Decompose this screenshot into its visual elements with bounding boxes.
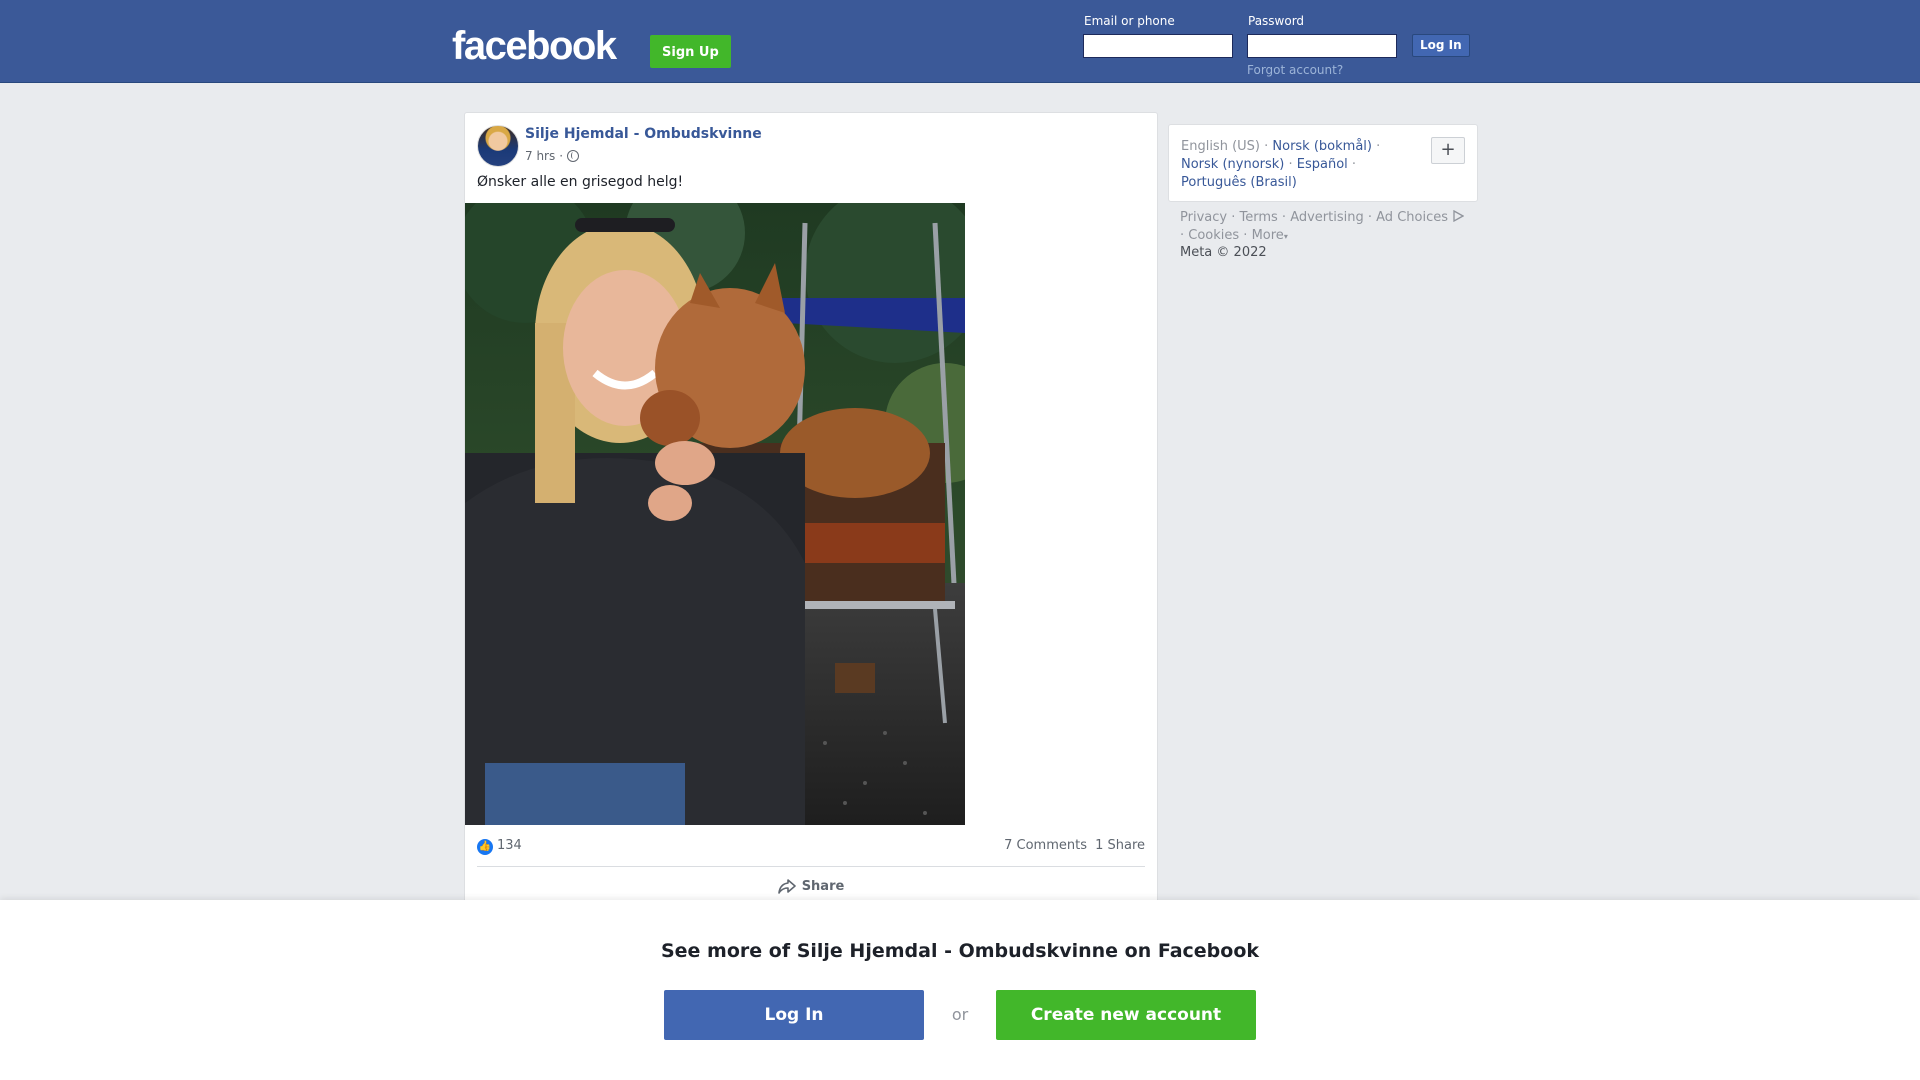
overlay-or-label: or xyxy=(951,1005,969,1024)
globe-icon xyxy=(567,150,580,162)
post-meta: 7 hrs · xyxy=(525,149,580,163)
post-stats: 👍 134 7 Comments 1 Share xyxy=(477,837,1145,857)
footer-link-advertising[interactable]: Advertising xyxy=(1290,210,1364,225)
divider xyxy=(477,866,1145,867)
like-count[interactable]: 134 xyxy=(497,838,522,853)
author-avatar[interactable] xyxy=(477,125,519,167)
email-label: Email or phone xyxy=(1084,14,1175,28)
ad-choices-icon xyxy=(1453,209,1465,223)
password-label: Password xyxy=(1248,14,1305,28)
post-text: Ønsker alle en grisegod helg! xyxy=(477,174,684,190)
header-login-button[interactable]: Log In xyxy=(1412,34,1470,57)
share-button[interactable]: Share xyxy=(477,871,1145,901)
forgot-account-link[interactable]: Forgot account? xyxy=(1247,63,1343,77)
footer-link-privacy[interactable]: Privacy xyxy=(1180,210,1227,225)
login-prompt-overlay: See more of Silje Hjemdal - Ombudskvinne… xyxy=(0,900,1920,1080)
language-link[interactable]: Português (Brasil) xyxy=(1181,175,1297,190)
footer-link-terms[interactable]: Terms xyxy=(1239,210,1277,225)
post-card: Silje Hjemdal - Ombudskvinne 7 hrs · Øns… xyxy=(464,112,1158,912)
language-list: English (US) · Norsk (bokmål) · Norsk (n… xyxy=(1181,139,1381,190)
password-field[interactable] xyxy=(1247,34,1397,58)
create-account-button[interactable]: Create new account xyxy=(996,990,1256,1040)
language-link[interactable]: Norsk (nynorsk) xyxy=(1181,157,1284,172)
more-languages-button[interactable]: + xyxy=(1431,137,1465,164)
footer-link-more[interactable]: More xyxy=(1252,228,1284,243)
footer-link-cookies[interactable]: Cookies xyxy=(1188,228,1239,243)
footer-links: Privacy · Terms · Advertising · Ad Choic… xyxy=(1180,209,1480,246)
post-time[interactable]: 7 hrs xyxy=(525,149,555,163)
share-label: Share xyxy=(801,878,845,894)
comments-count[interactable]: 7 Comments xyxy=(1004,838,1087,853)
shares-count[interactable]: 1 Share xyxy=(1095,838,1145,853)
top-bar: facebook Sign Up Email or phone Password… xyxy=(0,0,1920,83)
facebook-logo[interactable]: facebook xyxy=(452,22,617,70)
sign-up-button[interactable]: Sign Up xyxy=(650,35,731,68)
post-photo[interactable] xyxy=(465,203,965,825)
share-arrow-icon xyxy=(777,879,796,894)
meta-separator: · xyxy=(559,149,564,163)
email-field[interactable] xyxy=(1083,34,1233,58)
footer-link-ad-choices[interactable]: Ad Choices xyxy=(1376,210,1448,225)
language-link[interactable]: Norsk (bokmål) xyxy=(1272,139,1372,154)
language-link[interactable]: Español xyxy=(1297,157,1348,172)
current-language: English (US) xyxy=(1181,139,1260,154)
overlay-title: See more of Silje Hjemdal - Ombudskvinne… xyxy=(660,940,1260,962)
overlay-login-button[interactable]: Log In xyxy=(664,990,924,1040)
post-author[interactable]: Silje Hjemdal - Ombudskvinne xyxy=(525,126,762,142)
like-icon: 👍 xyxy=(477,839,493,855)
copyright: Meta © 2022 xyxy=(1180,245,1267,260)
more-caret-icon: ▾ xyxy=(1283,232,1288,241)
language-box: English (US) · Norsk (bokmål) · Norsk (n… xyxy=(1168,124,1478,202)
